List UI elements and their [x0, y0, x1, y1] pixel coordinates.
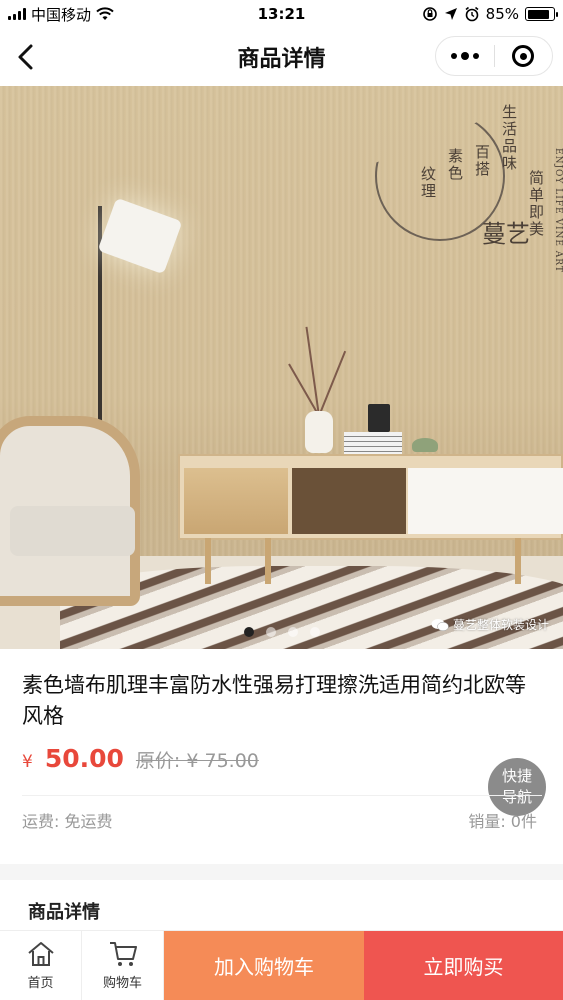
- carousel-dot[interactable]: [265, 627, 276, 637]
- brand-line: 百搭: [473, 144, 491, 178]
- home-icon: [27, 942, 54, 966]
- cart-tab[interactable]: 购物车: [82, 931, 164, 1000]
- divider: [22, 795, 542, 796]
- currency-symbol: ¥: [22, 752, 33, 772]
- pen-holder: [368, 404, 390, 432]
- battery-percent: 85%: [485, 5, 519, 23]
- small-plant: [412, 438, 438, 452]
- navigation-bar: 商品详情: [0, 28, 563, 86]
- buy-now-button[interactable]: 立即购买: [364, 931, 563, 1000]
- chair-cushion: [10, 506, 135, 556]
- add-to-cart-button[interactable]: 加入购物车: [164, 931, 364, 1000]
- product-image-carousel[interactable]: 纹理 素色 百搭 生活品味 简单即美 ENJOY LIFE VINE ART 蔓…: [0, 86, 563, 649]
- detail-heading: 商品详情: [28, 902, 100, 923]
- close-target-icon: [512, 45, 535, 67]
- cart-icon: [109, 942, 137, 966]
- carousel-dot[interactable]: [287, 627, 298, 637]
- close-mini-program-button[interactable]: [495, 37, 553, 75]
- orientation-lock-icon: [422, 7, 437, 21]
- back-button[interactable]: [10, 40, 40, 74]
- price-row: ¥ 50.00 原价: ¥ 75.00: [22, 744, 259, 773]
- cabinet-leg: [205, 538, 211, 584]
- cart-label: 购物车: [102, 976, 142, 991]
- sales-count: 销量: 0件: [468, 812, 537, 831]
- carousel-dot[interactable]: [243, 627, 254, 637]
- brand-text: 纹理 素色 百搭 生活品味 简单即美 ENJOY LIFE VINE ART: [418, 104, 563, 277]
- page-title: 商品详情: [237, 47, 326, 72]
- brand-english: ENJOY LIFE VINE ART: [553, 148, 563, 273]
- section-gap: [0, 864, 563, 880]
- alarm-icon: [465, 6, 479, 22]
- brand-line: 生活品味: [500, 104, 518, 172]
- brand-line: 素色: [446, 148, 464, 182]
- mini-program-capsule: [435, 36, 553, 76]
- battery-icon: [525, 7, 558, 21]
- home-label: 首页: [27, 976, 54, 991]
- bottom-action-bar: 首页 购物车 加入购物车 立即购买: [0, 930, 563, 1000]
- brand-line: 纹理: [419, 166, 437, 200]
- cabinet-leg: [515, 538, 521, 584]
- shipping-info: 运费: 免运费: [22, 812, 113, 831]
- original-price: 原价: ¥ 75.00: [135, 750, 259, 772]
- current-price: 50.00: [44, 744, 124, 773]
- carousel-indicators: [0, 627, 563, 637]
- more-icon: [450, 52, 479, 60]
- home-tab[interactable]: 首页: [0, 931, 82, 1000]
- chevron-left-icon: [18, 44, 33, 70]
- location-icon: [444, 8, 457, 20]
- product-title: 素色墙布肌理丰富防水性强易打理擦洗适用简约北欧等风格: [22, 673, 526, 728]
- tv-cabinet: [178, 454, 563, 540]
- cabinet-leg: [265, 538, 271, 584]
- brand-mark: 蔓艺: [482, 220, 530, 248]
- more-button[interactable]: [436, 37, 494, 75]
- vase: [305, 411, 333, 453]
- carousel-dot[interactable]: [309, 627, 320, 637]
- quick-nav-label: 快捷: [501, 767, 532, 785]
- quick-nav-label: 导航: [501, 788, 532, 806]
- status-bar: 中国移动 13:21 85%: [0, 0, 563, 28]
- books: [344, 432, 402, 454]
